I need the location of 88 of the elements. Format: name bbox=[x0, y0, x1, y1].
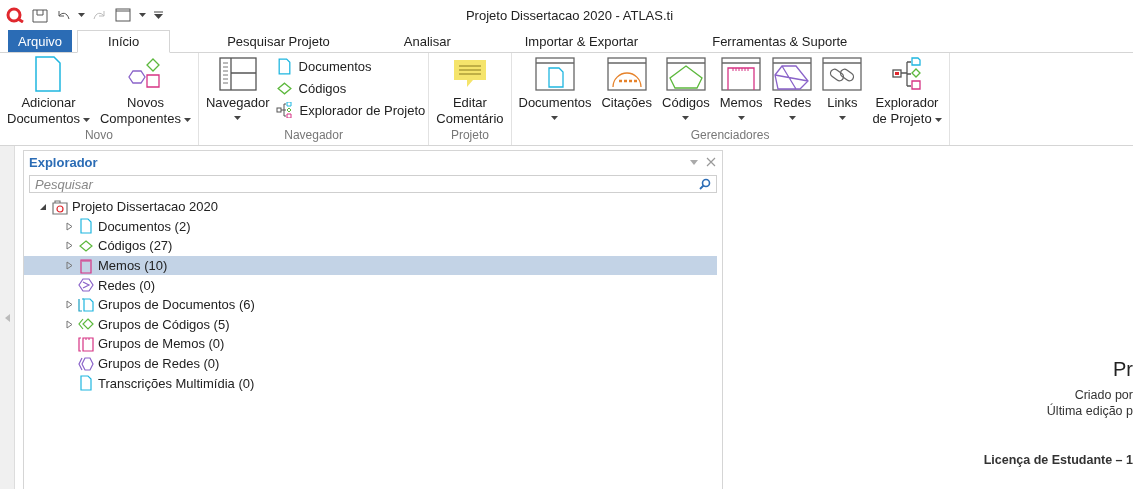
quotation-manager-icon bbox=[606, 57, 647, 91]
memo-icon bbox=[78, 257, 94, 274]
tree-item[interactable]: Grupos de Códigos (5) bbox=[24, 314, 717, 335]
expanded-arrow-icon[interactable] bbox=[39, 202, 47, 211]
project-title: Pr bbox=[1113, 358, 1133, 381]
ribbon-group-label: Novo bbox=[83, 128, 114, 144]
document-manager-icon bbox=[535, 57, 575, 91]
window-title: Projeto Dissertacao 2020 - ATLAS.ti bbox=[465, 7, 674, 23]
memo-manager-icon bbox=[721, 57, 762, 91]
ribbon-group-label: Navegador bbox=[283, 128, 344, 144]
document-icon bbox=[33, 56, 64, 92]
collapsed-arrow-icon[interactable] bbox=[65, 241, 73, 251]
search-icon[interactable] bbox=[699, 178, 711, 190]
tree-item-label: Redes (0) bbox=[98, 277, 156, 293]
undo-icon[interactable] bbox=[56, 9, 70, 21]
dropdown-caret-icon[interactable] bbox=[690, 159, 698, 165]
tree-item[interactable]: Redes (0) bbox=[24, 275, 717, 295]
ribbon-button[interactable]: Memos bbox=[715, 55, 767, 120]
code-manager-icon bbox=[665, 57, 706, 91]
ribbon-tab[interactable]: Analisar bbox=[386, 30, 468, 52]
ribbon-group-label: Gerenciadores bbox=[689, 128, 771, 144]
ribbon-button[interactable]: Editar Comentário bbox=[432, 55, 508, 127]
diamond-icon bbox=[275, 79, 293, 97]
ribbon-button[interactable]: Adicionar Documentos bbox=[3, 55, 94, 127]
last-edited-text: Última edição p bbox=[1046, 403, 1133, 419]
ribbon-button[interactable]: Redes bbox=[768, 55, 817, 120]
ribbon-button[interactable]: Documentos bbox=[275, 56, 426, 76]
ribbon-button[interactable]: Documentos bbox=[514, 55, 596, 120]
collapsed-arrow-icon[interactable] bbox=[65, 221, 73, 231]
collapsed-arrow-icon[interactable] bbox=[65, 300, 73, 310]
save-icon[interactable] bbox=[32, 7, 48, 23]
tree-item[interactable]: Grupos de Memos (0) bbox=[24, 334, 717, 354]
ribbon-tab[interactable]: Importar & Exportar bbox=[507, 30, 656, 52]
memo-group-icon bbox=[78, 335, 94, 352]
tree-item-label: Memos (10) bbox=[98, 258, 168, 274]
network-icon bbox=[78, 277, 94, 294]
caret-icon bbox=[139, 13, 146, 17]
tree-item[interactable]: Documentos (2) bbox=[24, 216, 717, 237]
ribbon-tab[interactable]: Início bbox=[77, 30, 171, 53]
explorer-icon bbox=[891, 57, 923, 91]
navigator-icon bbox=[218, 57, 257, 91]
document-group-icon bbox=[78, 296, 94, 313]
app-logo-icon[interactable] bbox=[6, 7, 24, 23]
tree-item[interactable]: Grupos de Documentos (6) bbox=[24, 294, 717, 315]
window-icon[interactable] bbox=[115, 8, 131, 22]
ribbon-button[interactable]: Navegador bbox=[201, 55, 274, 120]
tree-item-label: Projeto Dissertacao 2020 bbox=[72, 199, 218, 215]
file-menu-tab[interactable]: Arquivo bbox=[8, 30, 73, 52]
ribbon-button[interactable]: Explorador de Projeto bbox=[868, 55, 946, 127]
network-manager-icon bbox=[772, 57, 813, 91]
ribbon-button[interactable]: Links bbox=[818, 55, 867, 120]
tree-item[interactable]: Transcrições Multimídia (0) bbox=[24, 373, 717, 393]
tree-item-label: Grupos de Códigos (5) bbox=[98, 316, 230, 332]
customize-toolbar-icon[interactable] bbox=[154, 11, 163, 19]
network-group-icon bbox=[78, 355, 94, 372]
ribbon-button[interactable]: Novos Componentes bbox=[96, 55, 195, 127]
license-text: Licença de Estudante – 1 bbox=[983, 453, 1133, 467]
collapsed-arrow-icon[interactable] bbox=[65, 261, 73, 271]
tree-item[interactable]: Códigos (27) bbox=[24, 236, 717, 256]
caret-icon bbox=[78, 13, 85, 17]
tree-item[interactable]: Memos (10) bbox=[24, 255, 717, 276]
link-manager-icon bbox=[822, 57, 863, 91]
diamond-icon bbox=[78, 238, 94, 254]
tree-item-label: Códigos (27) bbox=[98, 238, 173, 254]
collapsed-arrow-icon[interactable] bbox=[65, 319, 73, 329]
tree-item-label: Transcrições Multimídia (0) bbox=[98, 375, 255, 391]
ribbon-group-label: Projeto bbox=[449, 128, 490, 144]
tree-item-label: Grupos de Memos (0) bbox=[98, 336, 225, 352]
explorer-icon bbox=[275, 102, 294, 118]
comment-icon bbox=[452, 59, 487, 89]
tree-item[interactable]: Projeto Dissertacao 2020 bbox=[24, 197, 717, 217]
tree-item-label: Documentos (2) bbox=[98, 218, 191, 234]
project-icon bbox=[52, 198, 68, 215]
tree-item-label: Grupos de Documentos (6) bbox=[98, 297, 255, 313]
ribbon-tab[interactable]: Pesquisar Projeto bbox=[210, 30, 347, 52]
ribbon-button[interactable]: Citações bbox=[597, 55, 657, 111]
tree-item-label: Grupos de Redes (0) bbox=[98, 356, 220, 372]
close-icon[interactable] bbox=[706, 157, 716, 167]
document-icon bbox=[78, 375, 94, 392]
created-by-text: Criado por bbox=[1074, 387, 1133, 403]
search-field[interactable]: Pesquisar bbox=[29, 175, 717, 193]
ribbon-button[interactable]: Explorador de Projeto bbox=[275, 100, 426, 120]
ribbon-button[interactable]: Códigos bbox=[275, 78, 426, 98]
ribbon-tab[interactable]: Ferramentas & Suporte bbox=[695, 30, 865, 52]
panel-title: Explorador bbox=[29, 154, 98, 170]
tree-item[interactable]: Grupos de Redes (0) bbox=[24, 353, 717, 374]
document-icon bbox=[78, 218, 94, 235]
ribbon-button[interactable]: Códigos bbox=[658, 55, 714, 120]
